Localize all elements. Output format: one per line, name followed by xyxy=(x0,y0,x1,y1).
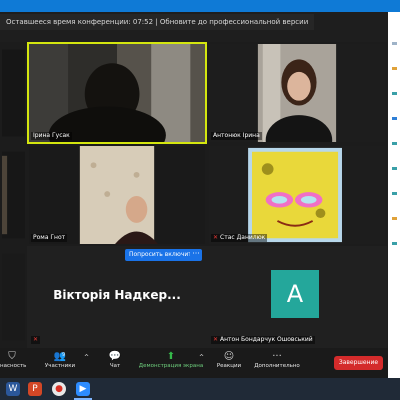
list-item xyxy=(392,142,397,145)
video-feed xyxy=(2,49,25,137)
video-tile-roma[interactable]: Рома Гнот xyxy=(27,144,207,246)
list-item xyxy=(392,217,397,220)
side-panel xyxy=(388,12,400,378)
participant-name-tag: ✕ Стас Данилюк xyxy=(211,234,268,242)
chrome-icon[interactable]: ● xyxy=(52,382,66,396)
window-titlebar xyxy=(0,0,400,12)
video-feed xyxy=(209,44,385,142)
meeting-toolbar: ⛉ насность 👥 Участники 9 ^ 💬 Чат ⬆ Демон… xyxy=(0,348,388,378)
video-feed xyxy=(29,44,205,142)
video-tile-antoniuk[interactable]: Антонюк Ірина xyxy=(207,42,387,144)
list-item xyxy=(392,192,397,195)
list-item xyxy=(392,92,397,95)
chat-button[interactable]: 💬 Чат xyxy=(106,350,124,369)
more-button[interactable]: ··· Дополнительно xyxy=(252,350,302,369)
video-tile-left-partial-2[interactable] xyxy=(0,144,27,246)
video-feed xyxy=(2,151,25,239)
share-screen-button[interactable]: ⬆ Демонстрация экрана xyxy=(136,350,206,369)
video-feed xyxy=(29,146,205,244)
security-button[interactable]: ⛉ насность xyxy=(0,350,26,369)
windows-taskbar: W P ● ▶ xyxy=(0,378,400,400)
participant-name-tag: Рома Гнот xyxy=(31,234,68,242)
participant-display-name: Вікторія Надкер... xyxy=(53,288,181,302)
share-screen-icon: ⬆ xyxy=(166,351,176,362)
video-tile-stas[interactable]: ✕ Стас Данилюк xyxy=(207,144,387,246)
reactions-icon: ☺ xyxy=(223,351,235,362)
zoom-icon[interactable]: ▶ xyxy=(76,382,90,396)
chat-icon: 💬 xyxy=(108,351,122,362)
ellipsis-icon: ··· xyxy=(272,351,282,362)
mic-off-icon: ✕ xyxy=(213,336,219,343)
people-icon: 👥 xyxy=(53,351,67,362)
powerpoint-icon[interactable]: P xyxy=(28,382,42,396)
more-options-button[interactable]: ··· xyxy=(190,249,202,261)
participants-count: 9 xyxy=(62,352,66,358)
ask-to-unmute-button[interactable]: Попросить включить xyxy=(125,249,200,261)
word-icon[interactable]: W xyxy=(6,382,20,396)
share-caret[interactable]: ^ xyxy=(199,354,204,361)
video-tile-active-speaker[interactable]: Ірина Гусак xyxy=(27,42,207,144)
video-feed xyxy=(2,253,25,341)
participants-caret[interactable]: ^ xyxy=(84,354,89,361)
end-meeting-button[interactable]: Завершение xyxy=(334,356,383,370)
mic-off-icon: ✕ xyxy=(213,234,219,241)
reactions-button[interactable]: ☺ Реакции xyxy=(214,350,244,369)
video-tile-left-partial-3[interactable] xyxy=(0,246,27,348)
participant-name-tag: ✕ Антон Бондарчук Ошовський xyxy=(211,336,315,344)
video-feed xyxy=(209,146,385,244)
participant-name-tag: Антонюк Ірина xyxy=(211,132,262,140)
video-tile-left-partial[interactable] xyxy=(0,42,27,144)
list-item xyxy=(392,167,397,170)
list-item xyxy=(392,67,397,70)
participant-name-tag: ✕ xyxy=(31,336,41,344)
list-item xyxy=(392,242,397,245)
avatar: A xyxy=(271,270,319,318)
meeting-time-banner[interactable]: Оставшееся время конференции: 07:52 | Об… xyxy=(0,14,315,30)
video-tile-anton[interactable]: A ✕ Антон Бондарчук Ошовський xyxy=(207,246,387,348)
video-tile-viktoria[interactable]: Вікторія Надкер... ✕ xyxy=(27,246,207,348)
participant-name-tag: Ірина Гусак xyxy=(31,132,72,140)
list-item xyxy=(392,42,397,45)
mic-off-icon: ✕ xyxy=(33,336,39,343)
participants-button[interactable]: 👥 Участники xyxy=(38,350,82,369)
list-item xyxy=(392,117,397,120)
shield-icon: ⛉ xyxy=(8,351,16,362)
